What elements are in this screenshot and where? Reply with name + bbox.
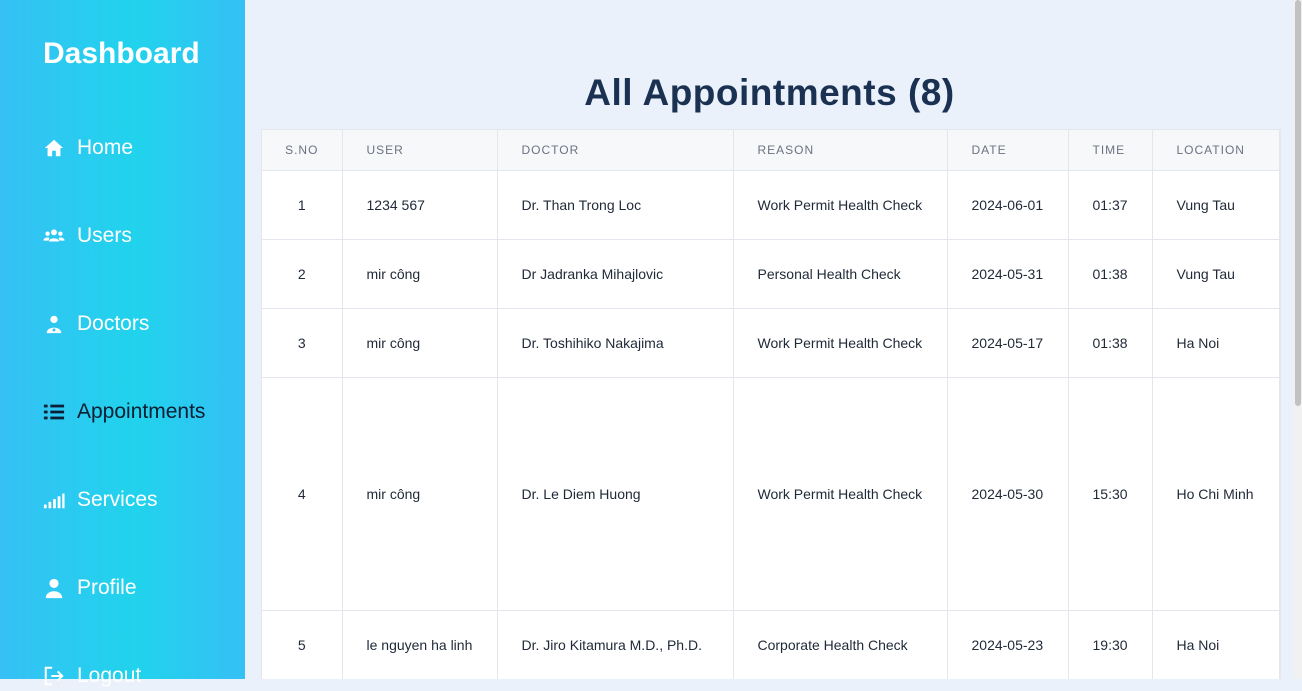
sidebar-item-profile[interactable]: Profile — [43, 573, 137, 603]
sidebar-item-logout[interactable]: Logout — [43, 661, 141, 691]
cell-time: 15:30 — [1068, 377, 1153, 611]
cell-doctor: Dr Jadranka Mihajlovic — [497, 239, 734, 309]
cell-location: Ha Noi — [1152, 610, 1280, 679]
column-header-time: TIME — [1068, 130, 1153, 171]
cell-time: 01:38 — [1068, 239, 1153, 309]
page-title: All Appointments (8) — [584, 72, 955, 113]
cell-date: 2024-05-31 — [947, 239, 1069, 309]
cell-doctor: Dr. Jiro Kitamura M.D., Ph.D. — [497, 610, 734, 679]
cell-reason: Work Permit Health Check — [733, 308, 948, 378]
scrollbar-thumb[interactable] — [1295, 0, 1301, 406]
main-content: All Appointments (8) S.NO USER DOCTOR RE… — [245, 0, 1294, 679]
cell-location: Vung Tau — [1152, 170, 1280, 240]
cell-sno: 4 — [262, 377, 343, 611]
sidebar-item-doctors[interactable]: Doctors — [43, 309, 149, 339]
column-header-user: USER — [342, 130, 498, 171]
table-header-row: S.NO USER DOCTOR REASON DATE TIME LOCATI… — [262, 130, 1280, 171]
sidebar-item-label: Users — [77, 224, 132, 247]
cell-reason: Work Permit Health Check — [733, 377, 948, 611]
sidebar-item-label: Logout — [77, 664, 142, 687]
cell-user: mir công — [342, 239, 498, 309]
signal-icon — [43, 489, 65, 511]
table-row: 4 mir công Dr. Le Diem Huong Work Permit… — [262, 377, 1280, 611]
home-icon — [43, 137, 65, 159]
cell-time: 01:37 — [1068, 170, 1153, 240]
user-icon — [43, 577, 65, 599]
sidebar-item-services[interactable]: Services — [43, 485, 158, 515]
list-icon — [43, 401, 65, 423]
sidebar-item-label: Home — [77, 136, 134, 159]
cell-doctor: Dr. Toshihiko Nakajima — [497, 308, 734, 378]
cell-user: le nguyen ha linh — [342, 610, 498, 679]
sidebar-item-label: Services — [77, 488, 158, 511]
column-header-location: LOCATION — [1152, 130, 1280, 171]
column-header-doctor: DOCTOR — [497, 130, 734, 171]
cell-reason: Personal Health Check — [733, 239, 948, 309]
table-row: 5 le nguyen ha linh Dr. Jiro Kitamura M.… — [262, 610, 1280, 679]
cell-user: mir công — [342, 308, 498, 378]
cell-doctor: Dr. Le Diem Huong — [497, 377, 734, 611]
cell-location: Vung Tau — [1152, 239, 1280, 309]
table-row: 1 1234 567 Dr. Than Trong Loc Work Permi… — [262, 170, 1280, 240]
cell-sno: 5 — [262, 610, 343, 679]
column-header-date: DATE — [947, 130, 1069, 171]
cell-date: 2024-06-01 — [947, 170, 1069, 240]
cell-user: 1234 567 — [342, 170, 498, 240]
table-row: 2 mir công Dr Jadranka Mihajlovic Person… — [262, 239, 1280, 309]
cell-sno: 3 — [262, 308, 343, 378]
table-row: 3 mir công Dr. Toshihiko Nakajima Work P… — [262, 308, 1280, 378]
cell-location: Ha Noi — [1152, 308, 1280, 378]
sidebar: Dashboard Home Users Doctors Appointment… — [0, 0, 245, 687]
sidebar-item-home[interactable]: Home — [43, 133, 133, 163]
cell-reason: Work Permit Health Check — [733, 170, 948, 240]
page-scrollbar[interactable] — [1294, 0, 1302, 679]
cell-doctor: Dr. Than Trong Loc — [497, 170, 734, 240]
brand-title: Dashboard — [43, 37, 200, 70]
column-header-reason: REASON — [733, 130, 948, 171]
column-header-sno: S.NO — [262, 130, 343, 171]
sidebar-item-users[interactable]: Users — [43, 221, 132, 251]
cell-time: 01:38 — [1068, 308, 1153, 378]
cell-date: 2024-05-30 — [947, 377, 1069, 611]
cell-reason: Corporate Health Check — [733, 610, 948, 679]
doctor-icon — [43, 313, 65, 335]
sidebar-item-label: Appointments — [77, 400, 206, 423]
sidebar-item-label: Doctors — [77, 312, 150, 335]
sidebar-item-appointments[interactable]: Appointments — [43, 397, 205, 427]
cell-location: Ho Chi Minh — [1152, 377, 1280, 611]
cell-user: mir công — [342, 377, 498, 611]
logout-icon — [43, 665, 65, 687]
cell-date: 2024-05-23 — [947, 610, 1069, 679]
appointments-table: S.NO USER DOCTOR REASON DATE TIME LOCATI… — [261, 129, 1281, 679]
users-icon — [43, 225, 65, 247]
cell-date: 2024-05-17 — [947, 308, 1069, 378]
sidebar-item-label: Profile — [77, 576, 137, 599]
cell-sno: 1 — [262, 170, 343, 240]
cell-sno: 2 — [262, 239, 343, 309]
cell-time: 19:30 — [1068, 610, 1153, 679]
